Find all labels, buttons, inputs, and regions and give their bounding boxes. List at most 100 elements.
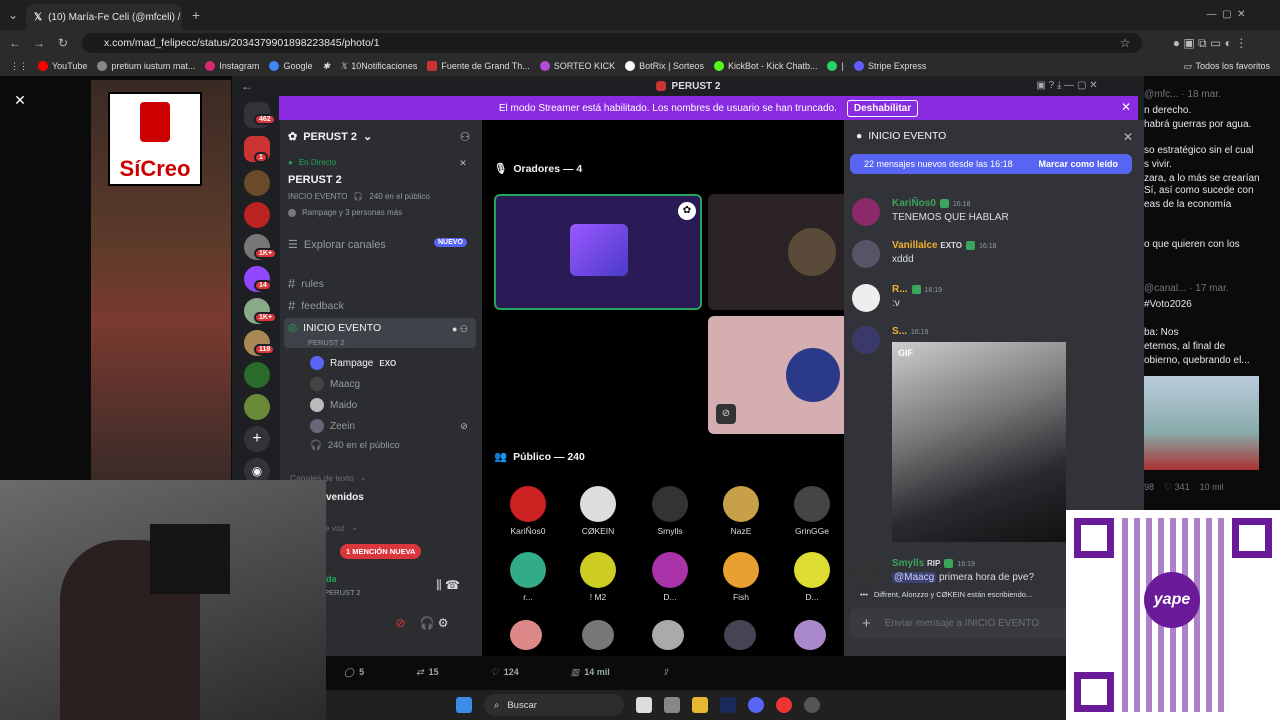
audience-member[interactable]: NazE	[711, 486, 771, 536]
forward-icon[interactable]: →	[32, 36, 46, 50]
user-panel-controls[interactable]: ⊘ 🎧 ⚙	[374, 616, 470, 630]
chat-message[interactable]: Vanillalce EXTO 16:18 xddd	[852, 240, 1132, 270]
audience-member[interactable]: r...	[498, 552, 558, 602]
discord-window-controls[interactable]: ▣ ? ⤓ — ▢ ✕	[994, 78, 1140, 92]
wall-object	[150, 524, 230, 594]
channel-feedback[interactable]: # feedback	[288, 298, 344, 313]
server-3[interactable]	[244, 202, 270, 228]
avatar	[652, 486, 688, 522]
chat-close-icon[interactable]: ✕	[1122, 130, 1134, 144]
voice-user-zeein[interactable]: Zeein	[310, 419, 355, 433]
add-server-icon[interactable]: +	[244, 426, 270, 452]
server-8[interactable]	[244, 362, 270, 388]
taskbar-search[interactable]: ⌕ Buscar	[484, 694, 624, 716]
tweet-stats[interactable]: 98 ♡ 341 10 mil	[1144, 480, 1224, 494]
add-attachment-icon[interactable]: +	[862, 615, 871, 632]
app-icon[interactable]	[804, 697, 820, 713]
avatar[interactable]	[510, 620, 542, 650]
bookmark-stripe[interactable]: Stripe Express	[853, 61, 926, 71]
discord-icon[interactable]	[748, 697, 764, 713]
bookmark-grand-theft[interactable]: Fuente de Grand Th...	[427, 61, 530, 71]
audience-member[interactable]: CØKEIN	[568, 486, 628, 536]
voice-user-rampage[interactable]: Rampage EXO	[310, 356, 396, 370]
task-view-icon[interactable]	[636, 697, 652, 713]
audience-member[interactable]: D...	[640, 552, 700, 602]
speaker-tile-3[interactable]: ⊘	[708, 316, 844, 434]
repost-button[interactable]: ⇄ 15	[416, 667, 439, 678]
new-tab-icon[interactable]: +	[190, 7, 202, 23]
bookmark-kickbot[interactable]: KickBot - Kick Chatb...	[713, 61, 817, 71]
avatar[interactable]	[652, 620, 684, 650]
bookmark-notificaciones[interactable]: 𝕏 10Notificaciones	[340, 61, 417, 72]
speaker-tile-2[interactable]	[708, 194, 844, 310]
gif-image[interactable]: GIF	[892, 342, 1066, 542]
chat-message[interactable]: R... 16:19 :v	[852, 284, 1132, 314]
url-input[interactable]: x.com/mad_felipecc/status/20343799018982…	[82, 33, 1142, 53]
banner-close-icon[interactable]: ✕	[1120, 100, 1132, 114]
server-header[interactable]: ✿ PERUST 2 ⌄	[288, 130, 372, 144]
extension-icons[interactable]: ● ▣ ⧉ ▭ ◐ ⋮	[1150, 36, 1270, 50]
star-icon[interactable]: ☆	[1118, 36, 1132, 50]
share-button[interactable]: ⇪	[662, 667, 670, 678]
tweet-2-handle[interactable]: @canal... · 17 mar.	[1144, 282, 1229, 296]
voice-user-maacg[interactable]: Maacg	[310, 377, 360, 391]
audience-member[interactable]: D...	[782, 552, 842, 602]
audience-member[interactable]: Fish	[711, 552, 771, 602]
voice-user-maido[interactable]: Maido	[310, 398, 357, 412]
mark-read-button[interactable]: Marcar como leído	[1038, 159, 1118, 169]
tweet-image[interactable]	[1144, 376, 1259, 470]
mention-badge[interactable]: 1 MENCIÓN NUEVA	[340, 544, 422, 559]
all-favorites[interactable]: ▭ Todos los favoritos	[1183, 61, 1270, 72]
photoshop-icon[interactable]	[720, 697, 736, 713]
audience-member[interactable]: KariÑos0	[498, 486, 558, 536]
channel-bienvenidos[interactable]: venidos	[326, 492, 364, 503]
chrome-icon[interactable]	[776, 697, 792, 713]
bookmark-google[interactable]: Google	[269, 61, 312, 71]
avatar[interactable]	[724, 620, 756, 650]
reload-icon[interactable]: ↻	[56, 36, 70, 50]
tab-search-icon[interactable]: ⌄	[6, 8, 20, 22]
live-server-name[interactable]: PERUST 2	[288, 174, 342, 186]
bookmark-youtube[interactable]: YouTube	[38, 61, 87, 71]
explore-channels[interactable]: ☰ Explorar canales	[288, 238, 386, 252]
chat-message[interactable]: KariÑos0 16:18 TENEMOS QUE HABLAR	[852, 198, 1132, 228]
stage-actions-icons[interactable]: ● ⚇	[446, 323, 474, 335]
audience-member[interactable]: GrinGGe	[782, 486, 842, 536]
server-9[interactable]	[244, 394, 270, 420]
back-icon[interactable]: ←	[240, 79, 254, 93]
avatar[interactable]	[794, 620, 826, 650]
tweet-1-handle[interactable]: @mfc... · 18 mar.	[1144, 88, 1221, 102]
share-icon: ⇪	[661, 666, 670, 677]
bookmark-x[interactable]: ✱	[322, 61, 330, 72]
bookmark-instagram[interactable]: Instagram	[205, 61, 259, 71]
avatar	[510, 486, 546, 522]
close-viewer-icon[interactable]: ✕	[12, 92, 28, 108]
user-mention[interactable]: @Maacg	[892, 572, 937, 583]
like-button[interactable]: ♡ 124	[491, 667, 519, 678]
views-button[interactable]: ▥ 14 mil	[571, 667, 610, 678]
speaker-tile-1[interactable]: ✿	[494, 194, 702, 310]
audience-member[interactable]: ! M2	[568, 552, 628, 602]
server-2[interactable]	[244, 170, 270, 196]
disable-streamer-button[interactable]: Deshabilitar	[846, 99, 919, 117]
invite-icon[interactable]: ⚇	[458, 130, 472, 144]
avatar[interactable]	[582, 620, 614, 650]
windows-start-icon[interactable]	[456, 697, 472, 713]
bookmark-pretium[interactable]: pretium iustum mat...	[97, 61, 195, 71]
bookmark-sorteo-kick[interactable]: SORTEO KICK	[539, 61, 615, 71]
channel-rules[interactable]: # rules	[288, 276, 324, 291]
window-controls[interactable]: — ▢ ✕	[1186, 6, 1266, 22]
live-close-icon[interactable]: ✕	[458, 158, 468, 168]
bookmark-botrix[interactable]: BotRix | Sorteos	[625, 61, 704, 71]
stage-channel[interactable]: ◎ INICIO EVENTO	[288, 322, 381, 334]
app-icon[interactable]	[664, 697, 680, 713]
apps-icon[interactable]: ⋮⋮	[10, 61, 28, 72]
new-messages-bar[interactable]: 22 mensajes nuevos desde las 16:18 Marca…	[850, 154, 1132, 174]
audience-member[interactable]: Smylls	[640, 486, 700, 536]
file-explorer-icon[interactable]	[692, 697, 708, 713]
bookmark-whatsapp[interactable]: |	[827, 61, 844, 71]
browser-tab[interactable]: 𝕏 (10) María-Fe Celi (@mfceli) / X ✕	[26, 4, 182, 30]
reply-button[interactable]: ◯ 5	[344, 667, 364, 678]
back-icon[interactable]: ←	[8, 36, 22, 50]
voice-panel-icons[interactable]: ⫼ ☎	[426, 578, 470, 592]
